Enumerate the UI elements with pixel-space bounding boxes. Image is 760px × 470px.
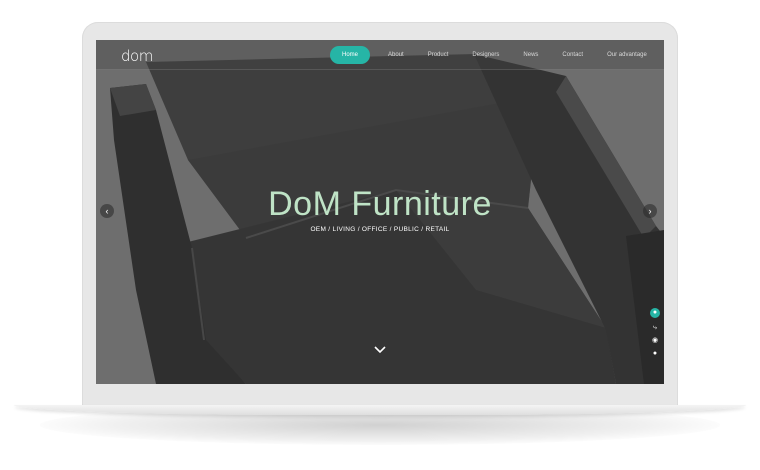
wechat-icon: ● <box>652 350 658 357</box>
share-icon: ⤷ <box>653 324 657 331</box>
main-menu: Home About Product Designers News Contac… <box>330 46 659 64</box>
hero-title: DoM Furniture <box>268 185 492 223</box>
nav-product[interactable]: Product <box>416 46 461 64</box>
chevron-right-icon: › <box>648 206 652 216</box>
qq-button[interactable]: ● <box>650 308 660 318</box>
nav-our-advantage[interactable]: Our advantage <box>595 46 659 64</box>
navigation-bar: dom Home About Product Designers News Co… <box>96 40 664 70</box>
site-logo[interactable]: dom <box>121 48 153 64</box>
nav-contact[interactable]: Contact <box>550 46 595 64</box>
chevron-left-icon: ‹ <box>105 206 109 216</box>
chevron-down-icon <box>374 346 386 354</box>
weibo-icon: ◉ <box>651 337 659 344</box>
share-button[interactable]: ⤷ <box>650 323 660 333</box>
website-screen: dom Home About Product Designers News Co… <box>96 40 664 384</box>
nav-designers[interactable]: Designers <box>460 46 511 64</box>
nav-about[interactable]: About <box>376 46 416 64</box>
qq-icon: ● <box>652 309 658 316</box>
prev-slide-button[interactable]: ‹ <box>100 204 114 218</box>
hero-subtitle: OEM / LIVING / OFFICE / PUBLIC / RETAIL <box>310 226 450 233</box>
weibo-button[interactable]: ◉ <box>650 336 660 346</box>
next-slide-button[interactable]: › <box>643 204 657 218</box>
nav-home[interactable]: Home <box>330 46 371 64</box>
scroll-down-button[interactable] <box>373 345 387 359</box>
wechat-button[interactable]: ● <box>650 349 660 359</box>
nav-news[interactable]: News <box>511 46 550 64</box>
